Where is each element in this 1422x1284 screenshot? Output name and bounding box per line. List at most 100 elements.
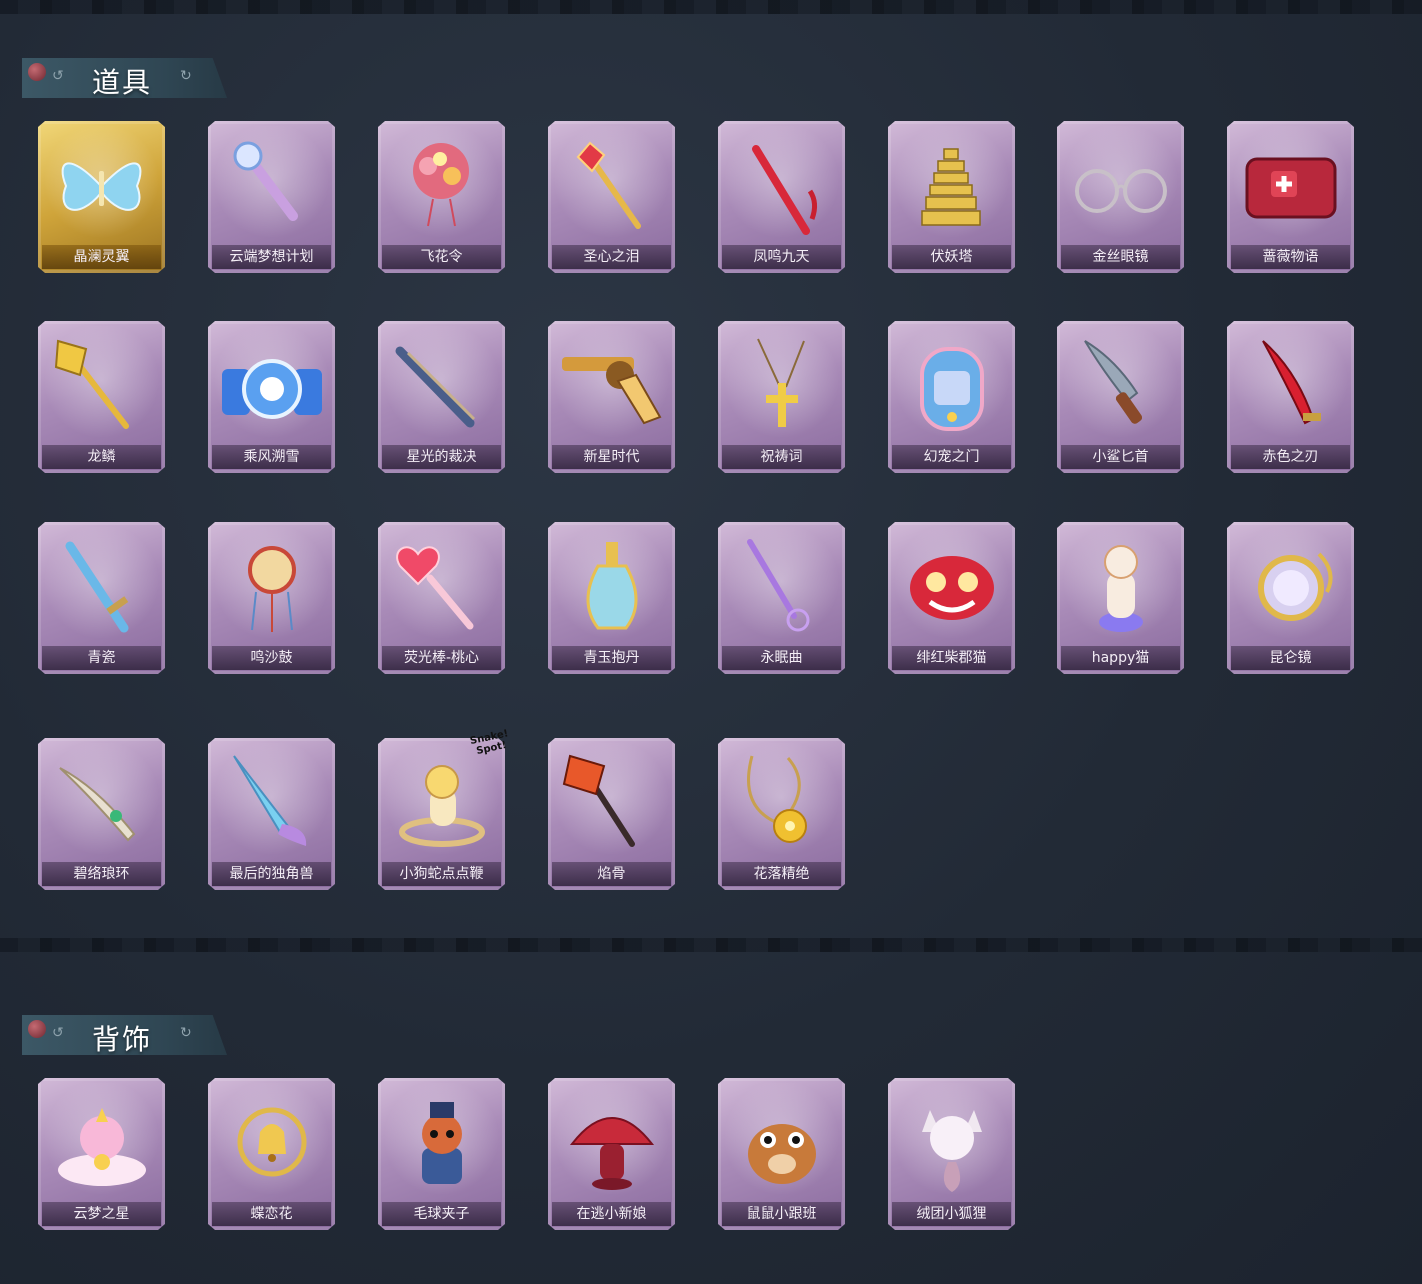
cheshire-cat-icon [910,556,994,620]
item-name: 云梦之星 [42,1202,161,1226]
unicorn-lance-icon [233,755,307,846]
section-header-back-accessory: ↺ 背饰 ↻ [22,1015,227,1055]
item-card[interactable]: 云梦之星 [38,1078,165,1230]
item-card[interactable]: 在逃小新娘 [548,1078,675,1230]
item-card[interactable]: 祝祷词 [718,321,845,473]
heart-wand-icon [396,546,474,630]
red-blade-icon [1262,340,1321,425]
item-card[interactable]: 碧络琅环 [38,738,165,890]
section-title: 道具 [92,66,153,99]
item-name: happy猫 [1061,646,1180,670]
item-name: 碧络琅环 [42,862,161,886]
flower-chain-icon [747,755,807,843]
item-name: 小鲨匕首 [1061,445,1180,469]
item-card[interactable]: 赤色之刃 [1227,321,1354,473]
item-name: 乘风溯雪 [212,445,331,469]
item-card[interactable]: 鸣沙鼓 [208,522,335,674]
item-card[interactable]: 花落精绝 [718,738,845,890]
item-card[interactable]: 圣心之泪 [548,121,675,273]
item-name: 永眠曲 [722,646,841,670]
item-name: 赤色之刃 [1231,445,1350,469]
item-card[interactable]: 幻宠之门 [888,321,1015,473]
gem-scepter-icon [576,141,641,229]
item-card[interactable]: 焰骨 [548,738,675,890]
rapier-icon [747,539,810,632]
item-name: 凤鸣九天 [722,245,841,269]
item-name: 小狗蛇点点鞭 [382,862,501,886]
item-card[interactable]: 昆仑镜 [1227,522,1354,674]
item-name: 鼠鼠小跟班 [722,1202,841,1226]
pet-device-icon [920,347,984,431]
cross-necklace-icon [757,338,805,427]
item-name: 龙鳞 [42,445,161,469]
snow-lanterns-icon [222,359,322,419]
item-card[interactable]: 蔷薇物语 [1227,121,1354,273]
item-card[interactable]: 蝶恋花 [208,1078,335,1230]
item-name: 焰骨 [552,862,671,886]
item-name: 青瓷 [42,646,161,670]
flower-bouquet-icon [413,143,469,227]
musket-icon [395,346,476,428]
item-name: 新星时代 [552,445,671,469]
item-name: 晶澜灵翼 [42,245,161,269]
flame-shovel-icon [562,754,635,847]
item-name: 祝祷词 [722,445,841,469]
item-name: 绒团小狐狸 [892,1202,1011,1226]
item-card[interactable]: 金丝眼镜 [1057,121,1184,273]
item-name: 星光的裁决 [382,445,501,469]
glasses-icon [1075,169,1167,213]
item-card[interactable]: 毛球夹子 [378,1078,505,1230]
item-card[interactable]: 星光的裁决 [378,321,505,473]
item-card[interactable]: 荧光棒-桃心 [378,522,505,674]
section-header-props: ↺ 道具 ↻ [22,58,227,98]
shark-dagger-icon [1084,340,1143,424]
item-card[interactable]: 飞花令 [378,121,505,273]
swirl-icon: ↻ [180,1025,192,1041]
item-name: 伏妖塔 [892,245,1011,269]
swirl-icon: ↺ [52,1025,64,1041]
raccoon-soldier-icon [422,1102,462,1184]
jade-blade-icon [59,767,136,842]
item-name: 金丝眼镜 [1061,245,1180,269]
swirl-icon: ↻ [180,68,192,84]
item-name: 云端梦想计划 [212,245,331,269]
item-card[interactable]: 永眠曲 [718,522,845,674]
item-name: 幻宠之门 [892,445,1011,469]
snake-whip-icon [399,765,485,847]
snake-spot-badge: Snake! Spot! [469,728,510,758]
item-name: 花落精绝 [722,862,841,886]
red-sword-icon [752,145,818,235]
item-card[interactable]: 青瓷 [38,522,165,674]
item-name: 蔷薇物语 [1231,245,1350,269]
item-name: 毛球夹子 [382,1202,501,1226]
medkit-icon [1245,157,1337,219]
item-card[interactable]: 云端梦想计划 [208,121,335,273]
item-name: 飞花令 [382,245,501,269]
item-card[interactable]: 绯红柴郡猫 [888,522,1015,674]
item-card[interactable]: 乘风溯雪 [208,321,335,473]
item-card[interactable]: 龙鳞 [38,321,165,473]
item-name: 最后的独角兽 [212,862,331,886]
sand-drum-icon [248,546,296,632]
fox-icon [922,1110,982,1192]
item-card[interactable]: 晶澜灵翼 [38,121,165,273]
unicorn-cloud-icon [58,1108,146,1186]
swirl-icon: ↺ [52,68,64,84]
item-card[interactable]: 青玉抱丹 [548,522,675,674]
bell-wreath-icon [237,1107,307,1177]
item-card[interactable]: 小鲨匕首 [1057,321,1184,473]
item-card[interactable]: 伏妖塔 [888,121,1015,273]
item-name: 绯红柴郡猫 [892,646,1011,670]
item-card[interactable]: 新星时代 [548,321,675,473]
butterfly-wings-icon [61,162,142,211]
item-card[interactable]: 绒团小狐狸 [888,1078,1015,1230]
section-title: 背饰 [92,1023,153,1056]
item-card[interactable]: happy猫 [1057,522,1184,674]
item-card[interactable]: 鼠鼠小跟班 [718,1078,845,1230]
golden-shovel-icon [54,339,129,429]
item-card[interactable]: 凤鸣九天 [718,121,845,273]
item-name: 在逃小新娘 [552,1202,671,1226]
item-card[interactable]: 最后的独角兽 [208,738,335,890]
ornate-mirror-icon [1258,552,1333,621]
item-name: 鸣沙鼓 [212,646,331,670]
